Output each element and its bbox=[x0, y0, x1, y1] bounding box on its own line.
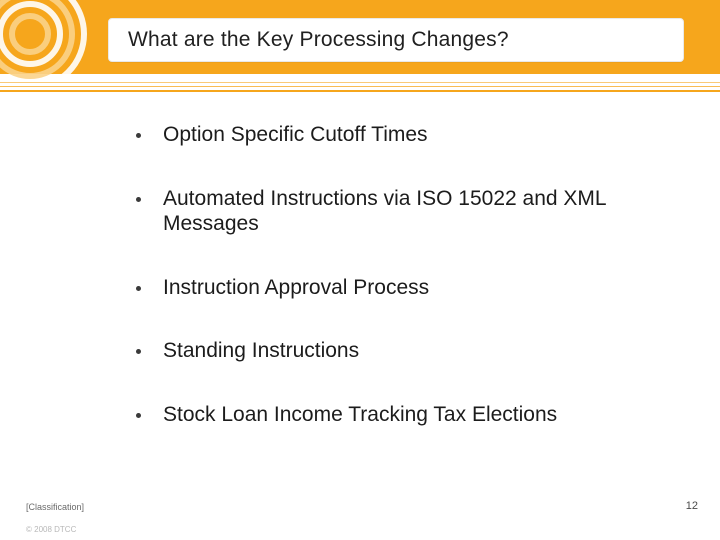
list-item: Standing Instructions bbox=[136, 338, 676, 364]
bullet-icon bbox=[136, 133, 141, 138]
classification-label: [Classification] bbox=[26, 502, 84, 512]
bullet-text: Standing Instructions bbox=[163, 338, 359, 364]
bullet-text: Instruction Approval Process bbox=[163, 275, 429, 301]
list-item: Stock Loan Income Tracking Tax Elections bbox=[136, 402, 676, 428]
bullet-icon bbox=[136, 349, 141, 354]
copyright-text: © 2008 DTCC bbox=[26, 525, 76, 534]
slide-title-text: What are the Key Processing Changes? bbox=[128, 28, 509, 52]
bullet-text: Automated Instructions via ISO 15022 and… bbox=[163, 186, 676, 237]
logo-swirl-icon bbox=[0, 0, 90, 80]
bullet-icon bbox=[136, 286, 141, 291]
bullet-icon bbox=[136, 413, 141, 418]
slide-title: What are the Key Processing Changes? bbox=[108, 18, 684, 62]
bullet-list: Option Specific Cutoff Times Automated I… bbox=[136, 122, 676, 466]
bullet-text: Stock Loan Income Tracking Tax Elections bbox=[163, 402, 557, 428]
list-item: Automated Instructions via ISO 15022 and… bbox=[136, 186, 676, 237]
bullet-text: Option Specific Cutoff Times bbox=[163, 122, 428, 148]
list-item: Option Specific Cutoff Times bbox=[136, 122, 676, 148]
list-item: Instruction Approval Process bbox=[136, 275, 676, 301]
bullet-icon bbox=[136, 197, 141, 202]
accent-stripes bbox=[0, 80, 720, 100]
page-number: 12 bbox=[686, 500, 698, 512]
copyright-notice: © 2008 DTCC bbox=[26, 525, 76, 534]
